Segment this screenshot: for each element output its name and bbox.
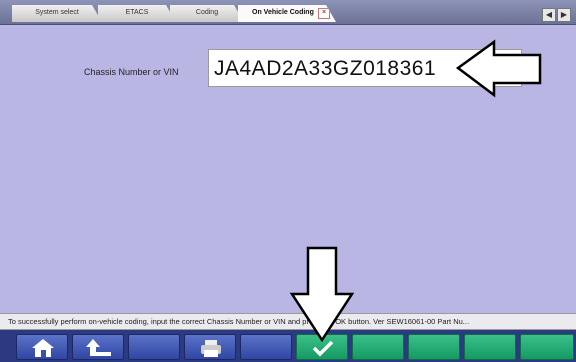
tab-system-select[interactable]: System select — [12, 5, 102, 22]
home-button[interactable] — [16, 334, 68, 360]
ok-button[interactable] — [296, 334, 348, 360]
function-button-8[interactable] — [408, 334, 460, 360]
tab-etacs[interactable]: ETACS — [98, 5, 176, 22]
tab-close-icon[interactable]: × — [318, 8, 330, 19]
tab-label: System select — [35, 9, 79, 16]
vin-input-value: JA4AD2A33GZ018361 — [214, 57, 437, 80]
home-icon — [32, 339, 54, 357]
printer-icon — [201, 340, 221, 357]
tab-label: On Vehicle Coding — [252, 9, 314, 16]
print-button[interactable] — [184, 334, 236, 360]
tab-bar: System select ETACS Coding On Vehicle Co… — [0, 0, 576, 25]
main-content: Chassis Number or VIN JA4AD2A33GZ018361 — [0, 25, 576, 313]
function-button-10[interactable] — [520, 334, 574, 360]
function-button-3[interactable] — [128, 334, 180, 360]
tab-prev-icon[interactable]: ◀ — [542, 8, 556, 22]
vin-label: Chassis Number or VIN — [84, 67, 179, 77]
function-button-5[interactable] — [240, 334, 292, 360]
back-button[interactable] — [72, 334, 124, 360]
tab-on-vehicle-coding[interactable]: On Vehicle Coding × — [238, 5, 336, 22]
vin-input[interactable]: JA4AD2A33GZ018361 — [208, 49, 522, 87]
tab-label: ETACS — [125, 9, 149, 16]
function-button-9[interactable] — [464, 334, 516, 360]
tab-coding[interactable]: Coding — [170, 5, 244, 22]
tab-label: Coding — [195, 9, 219, 16]
back-arrow-icon — [86, 339, 111, 356]
function-toolbar — [0, 330, 576, 362]
ok-check-icon — [312, 340, 334, 357]
function-button-7[interactable] — [352, 334, 404, 360]
status-message: To successfully perform on-vehicle codin… — [0, 313, 576, 330]
tab-next-icon[interactable]: ▶ — [557, 8, 571, 22]
